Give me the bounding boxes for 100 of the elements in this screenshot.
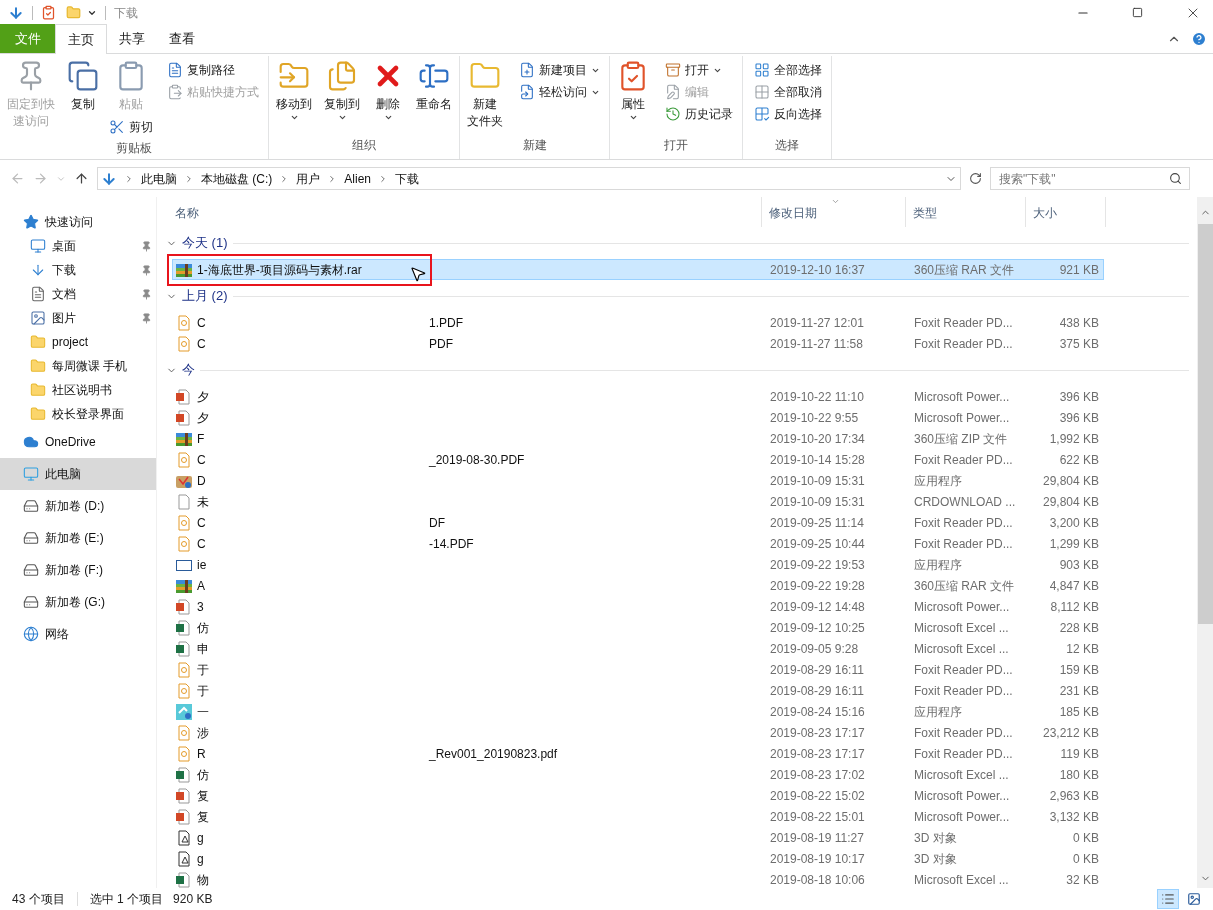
file-row[interactable]: 复 2019-08-22 15:01 Microsoft Power... 3,132 KB	[172, 806, 1104, 827]
file-name: g	[197, 830, 204, 845]
nav-item[interactable]: 每周微课 手机	[0, 354, 156, 378]
nav-item[interactable]: 文档	[0, 282, 156, 306]
file-row[interactable]: A 2019-09-22 19:28 360压缩 RAR 文件 4,847 KB	[172, 575, 1104, 596]
nav-item[interactable]: 新加卷 (D:)	[0, 490, 156, 522]
download-icon[interactable]	[8, 4, 24, 21]
file-row[interactable]: C _2019-08-30.PDF 2019-10-14 15:28 Foxit Reader PD... 622 KB	[172, 449, 1104, 470]
folder-icon[interactable]	[66, 5, 81, 20]
details-view-button[interactable]	[1157, 889, 1179, 909]
ribbon-button[interactable]: 复制路径	[165, 59, 261, 81]
file-row[interactable]: 仿 2019-08-23 17:02 Microsoft Excel ... 180 KB	[172, 764, 1104, 785]
file-row[interactable]: 复 2019-08-22 15:02 Microsoft Power... 2,963 KB	[172, 785, 1104, 806]
file-row[interactable]: 仿 2019-09-12 10:25 Microsoft Excel ... 228 KB	[172, 617, 1104, 638]
ribbon-button[interactable]: 打开	[663, 59, 735, 81]
file-name: PDF	[429, 335, 453, 353]
refresh-icon[interactable]	[969, 172, 982, 185]
ribbon-tab[interactable]: 共享	[107, 24, 157, 53]
ribbon-button[interactable]: 重命名	[412, 56, 456, 113]
nav-item[interactable]: 校长登录界面	[0, 402, 156, 426]
breadcrumb[interactable]: 本地磁盘 (C:)	[201, 169, 273, 188]
file-row[interactable]: 一 2019-08-24 15:16 应用程序 185 KB	[172, 701, 1104, 722]
file-row[interactable]: 夕 2019-10-22 11:10 Microsoft Power... 396 KB	[172, 386, 1104, 407]
date-cell-text: 2019-09-22 19:53	[769, 556, 866, 574]
file-row[interactable]: D 2019-10-09 15:31 应用程序 29,804 KB	[172, 470, 1104, 491]
nav-item[interactable]: 新加卷 (G:)	[0, 586, 156, 618]
file-row[interactable]: 于 2019-08-29 16:11 Foxit Reader PD... 159 KB	[172, 659, 1104, 680]
file-row[interactable]: 未 2019-10-09 15:31 CRDOWNLOAD ... 29,804 KB	[172, 491, 1104, 512]
column-header[interactable]: 类型	[906, 197, 1026, 227]
nav-item[interactable]: 网络	[0, 618, 156, 650]
ribbon-button[interactable]: 移动到	[272, 56, 316, 122]
scrollbar[interactable]	[1197, 197, 1213, 888]
folder-icon	[30, 406, 46, 422]
file-row[interactable]: 3 2019-09-12 14:48 Microsoft Power... 8,112 KB	[172, 596, 1104, 617]
help-icon[interactable]	[1191, 31, 1207, 47]
file-row[interactable]: g 2019-08-19 11:27 3D 对象 0 KB	[172, 827, 1104, 848]
nav-item[interactable]: OneDrive	[0, 426, 156, 458]
file-name: 于	[197, 683, 209, 698]
breadcrumb[interactable]: Alien	[344, 169, 371, 188]
ribbon-tab[interactable]: 查看	[157, 24, 207, 53]
size-cell-text: 3,132 KB	[1048, 808, 1100, 826]
breadcrumb[interactable]: 此电脑	[141, 169, 177, 188]
ribbon-button[interactable]: 复制	[63, 56, 103, 113]
ribbon-tab[interactable]: 主页	[55, 24, 107, 54]
pdf-file-icon	[176, 314, 192, 331]
file-row[interactable]: 于 2019-08-29 16:11 Foxit Reader PD... 231 KB	[172, 680, 1104, 701]
nav-item[interactable]: 社区说明书	[0, 378, 156, 402]
column-header[interactable]: 名称	[157, 197, 762, 227]
forward-icon[interactable]	[33, 171, 48, 186]
file-row[interactable]: 涉 2019-08-23 17:17 Foxit Reader PD... 23,212 KB	[172, 722, 1104, 743]
ribbon-button[interactable]: 轻松访问	[517, 81, 602, 103]
address-bar[interactable]: 此电脑 本地磁盘 (C:) 用户 Alien 下载	[97, 167, 961, 190]
file-row[interactable]: C 1.PDF 2019-11-27 12:01 Foxit Reader PD... 438 KB	[172, 312, 1104, 333]
nav-item[interactable]: 新加卷 (E:)	[0, 522, 156, 554]
file-row[interactable]: 申 2019-09-05 9:28 Microsoft Excel ... 12 KB	[172, 638, 1104, 659]
column-header[interactable]: 修改日期	[762, 197, 906, 227]
nav-item[interactable]: 下载	[0, 258, 156, 282]
ribbon-button[interactable]: 新建 文件夹	[463, 56, 507, 130]
ribbon-button[interactable]: 删除	[368, 56, 408, 122]
size-cell-text: 159 KB	[1058, 661, 1100, 679]
file-row[interactable]: 夕 2019-10-22 9:55 Microsoft Power... 396 KB	[172, 407, 1104, 428]
group-header[interactable]: 今	[157, 360, 1197, 380]
breadcrumb[interactable]: 用户	[296, 169, 321, 188]
chevron-right-icon	[184, 173, 194, 184]
ribbon-button[interactable]: 历史记录	[663, 103, 735, 125]
file-row[interactable]: C DF 2019-09-25 11:14 Foxit Reader PD... 3,200 KB	[172, 512, 1104, 533]
back-icon[interactable]	[10, 171, 25, 186]
column-header[interactable]: 大小	[1026, 197, 1106, 227]
ribbon-button[interactable]: 属性	[613, 56, 653, 122]
ribbon-button[interactable]: 新建项目	[517, 59, 602, 81]
scroll-thumb[interactable]	[1197, 224, 1213, 624]
type-cell-text: 360压缩 RAR 文件	[913, 261, 1016, 279]
group-header[interactable]: 今天 (1)	[157, 233, 1197, 253]
file-row[interactable]: F 2019-10-20 17:34 360压缩 ZIP 文件 1,992 KB	[172, 428, 1104, 449]
nav-item[interactable]: 快速访问	[0, 210, 156, 234]
file-row[interactable]: ie 2019-09-22 19:53 应用程序 903 KB	[172, 554, 1104, 575]
search-field[interactable]: 搜索"下载"	[990, 167, 1190, 190]
size-cell-text: 396 KB	[1058, 388, 1100, 406]
nav-item[interactable]: 新加卷 (F:)	[0, 554, 156, 586]
ribbon-button[interactable]: 剪切	[107, 116, 155, 138]
nav-item[interactable]: 图片	[0, 306, 156, 330]
group-header[interactable]: 上月 (2)	[157, 286, 1197, 306]
file-row[interactable]: 1-海底世界-项目源码与素材.rar 2019-12-10 16:37 360压缩 RAR 文件 921 KB	[172, 259, 1104, 280]
maximize-icon[interactable]	[1132, 7, 1143, 18]
size-cell-text: 4,847 KB	[1048, 577, 1100, 595]
file-name: 一	[197, 704, 209, 719]
ribbon-button[interactable]: 全部选择	[752, 59, 824, 81]
file-row[interactable]: g 2019-08-19 10:17 3D 对象 0 KB	[172, 848, 1104, 869]
file-row[interactable]: C PDF 2019-11-27 11:58 Foxit Reader PD... 375 KB	[172, 333, 1104, 354]
up-icon[interactable]	[74, 171, 89, 186]
ribbon-button[interactable]: 反向选择	[752, 103, 824, 125]
nav-item[interactable]: 桌面	[0, 234, 156, 258]
ribbon-button[interactable]: 全部取消	[752, 81, 824, 103]
file-row[interactable]: C -14.PDF 2019-09-25 10:44 Foxit Reader PD... 1,299 KB	[172, 533, 1104, 554]
file-row[interactable]: 物 2019-08-18 10:06 Microsoft Excel ... 32 KB	[172, 869, 1104, 888]
ribbon-button[interactable]: 复制到	[320, 56, 364, 122]
nav-item[interactable]: project	[0, 330, 156, 354]
nav-item[interactable]: 此电脑	[0, 458, 156, 490]
breadcrumb[interactable]: 下载	[395, 169, 419, 188]
file-row[interactable]: R _Rev001_20190823.pdf 2019-08-23 17:17 Foxit Reader PD... 119 KB	[172, 743, 1104, 764]
